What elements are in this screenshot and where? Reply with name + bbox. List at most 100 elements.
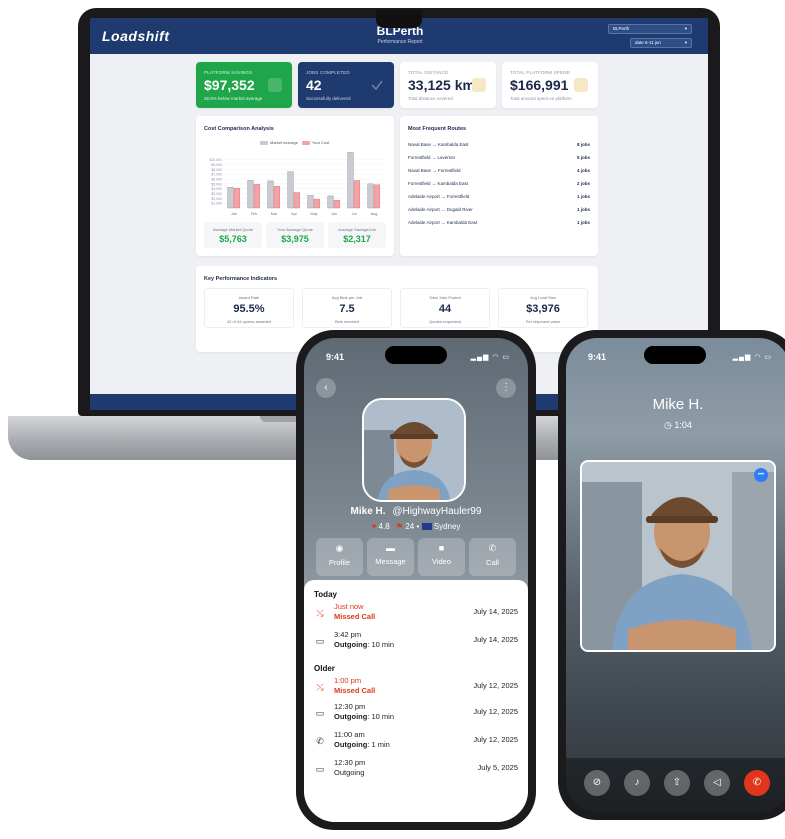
back-button[interactable]: ‹: [316, 378, 336, 398]
microphone-button[interactable]: ♪: [624, 770, 650, 796]
summary-value: $2,317: [343, 234, 371, 244]
y-tick-label: $3,000: [211, 192, 222, 196]
y-tick-label: $9,000: [211, 163, 222, 167]
video-icon: ■: [438, 543, 445, 553]
call-button[interactable]: ✆ Call: [469, 538, 516, 576]
clock-icon: ◷: [664, 420, 672, 430]
more-options-icon[interactable]: •••: [754, 468, 768, 482]
kpi-award-rate: Award Rate 95.5% 42 of 44 quotes awarded: [204, 288, 294, 328]
kpi-total-jobs: Total Jobs Posted 44 Quotes requested: [400, 288, 490, 328]
kpi-card-total-spend: TOTAL PLATFORM SPEND $166,991 Total amou…: [502, 62, 598, 108]
summary-label: Average Market Quote: [212, 227, 254, 232]
call-history-row[interactable]: ⤯ 1:00 pm Missed Call July 12, 2025: [314, 676, 518, 702]
share-screen-icon: ⇧: [672, 777, 682, 788]
route-label: Naval Base → Forrestfield: [408, 168, 461, 173]
share-screen-button[interactable]: ⇧: [664, 770, 690, 796]
summary-average-market-quote: Average Market Quote $5,763: [204, 222, 262, 248]
route-label: Forrestfield → Kambalda East: [408, 181, 469, 186]
x-tick-label: May: [310, 212, 317, 216]
call-controls: ⊘ ♪ ⇧ ◁ ✆: [566, 758, 785, 812]
message-button[interactable]: ▬ Message: [367, 538, 414, 576]
route-jobs: 2 jobs: [576, 181, 590, 186]
call-history-row[interactable]: ▭ 12:30 pm Outgoing July 5, 2025: [314, 758, 518, 784]
route-row: Forrestfield → Kambalda East 2 jobs: [408, 181, 590, 191]
route-jobs: 1 jobs: [576, 220, 590, 225]
kpi-subtext: 42 of 44 quotes awarded: [226, 319, 272, 324]
kpi-avg-load: Avg Load Size $3,976 Per shipment value: [498, 288, 588, 328]
call-history-row[interactable]: ▭ 3:42 pm Outgoing: 10 min July 14, 2025: [314, 630, 518, 656]
more-options-button[interactable]: ⋮: [496, 378, 516, 398]
video-button[interactable]: ■ Video: [418, 538, 465, 576]
call-time: Just now: [334, 602, 364, 611]
call-screen: 9:41 ▂▄▆ ◠ ▭ Mike H. ◷ 1:04 ••• ⊘ ♪ ⇧ ◁ …: [566, 338, 785, 812]
camera-off-button[interactable]: ⊘: [584, 770, 610, 796]
contact-name: Mike H. @HighwayHauler99: [304, 506, 528, 517]
speaker-icon: ◁: [713, 777, 721, 788]
remote-video-feed: [582, 462, 774, 650]
call-kind: Missed Call: [334, 686, 376, 695]
kpi-value: 95.5%: [233, 303, 265, 315]
call-phone: 9:41 ▂▄▆ ◠ ▭ Mike H. ◷ 1:04 ••• ⊘ ♪ ⇧ ◁ …: [558, 330, 785, 820]
chart-legend: Market Average Your Cost: [260, 140, 329, 145]
kpi-subtext: Quotes requested: [429, 319, 461, 324]
bar-your-cost: [273, 186, 281, 209]
logo[interactable]: Loadshift: [102, 28, 170, 44]
call-duration-value: 1:04: [674, 420, 692, 430]
legend-item-market: Market Average: [260, 140, 298, 145]
kpi-value: $97,352: [204, 77, 255, 93]
route-label: Naval Base → Kambalda East: [408, 142, 469, 147]
x-tick-label: Jul: [352, 212, 357, 216]
bar-your-cost: [293, 192, 301, 209]
frequent-routes-card: Most Frequent Routes Naval Base → Kambal…: [400, 116, 598, 256]
x-tick-label: Mar: [271, 212, 278, 216]
end-call-button[interactable]: ✆: [744, 770, 770, 796]
avatar: [362, 398, 466, 502]
y-tick-label: $7,000: [211, 173, 222, 177]
account-select[interactable]: BLPerth ▾: [608, 24, 692, 34]
call-history-row[interactable]: ✆ 11:00 am Outgoing: 1 min July 12, 2025: [314, 730, 518, 756]
call-history-row[interactable]: ⤯ Just now Missed Call July 14, 2025: [314, 602, 518, 628]
status-icons: ▂▄▆ ◠ ▭: [470, 354, 510, 361]
route-label: Adelaide Airport → Forrestfield: [408, 194, 470, 199]
bar-market-average: [227, 187, 234, 209]
cost-comparison-card: Cost Comparison Analysis Market Average …: [196, 116, 394, 256]
call-kind: Outgoing: 1 min: [334, 740, 390, 749]
bar-your-cost: [253, 184, 261, 209]
summary-value: $3,975: [281, 234, 309, 244]
route-label: Forrestfield → Laverton: [408, 155, 456, 160]
profile-button[interactable]: ◉ Profile: [316, 538, 363, 576]
kpi-card-jobs-completed: JOBS COMPLETED 42 Successfully delivered: [298, 62, 394, 108]
remote-video-tile[interactable]: •••: [580, 460, 776, 652]
call-date: July 5, 2025: [477, 763, 518, 772]
truck-icon: [472, 78, 486, 92]
kpi-subtext: Successfully delivered: [306, 96, 351, 101]
route-row: Adelaide Airport → Kambalda East 1 jobs: [408, 220, 590, 230]
profile-icon: ◉: [335, 543, 344, 553]
cost-bar-chart: $10,000$9,000$8,000$7,000$6,000$5,000$4,…: [209, 152, 384, 216]
route-row: Adelaide Airport → Forrestfield 1 jobs: [408, 194, 590, 204]
date-range-select[interactable]: date 6-11 jun ▾: [630, 38, 692, 48]
call-date: July 14, 2025: [473, 607, 518, 616]
call-history-row[interactable]: ▭ 12:30 pm Outgoing: 10 min July 12, 2025: [314, 702, 518, 728]
dynamic-island: [385, 346, 447, 364]
flag-icon: ⚑: [395, 522, 404, 531]
x-tick-label: Feb: [251, 212, 258, 216]
australia-flag-icon: [421, 523, 432, 531]
call-time: 3:42 pm: [334, 630, 362, 639]
bar-market-average: [267, 180, 274, 209]
call-time: 12:30 pm: [334, 758, 366, 767]
video-call-icon: ▭: [315, 764, 325, 774]
kpi-value: $166,991: [510, 77, 569, 93]
route-jobs: 4 jobs: [576, 168, 590, 173]
route-jobs: 1 jobs: [576, 207, 590, 212]
y-tick-label: $10,000: [209, 158, 222, 162]
phone-outgoing-icon: ✆: [316, 736, 324, 746]
missed-call-icon: ⤯: [316, 682, 324, 692]
call-time: 11:00 am: [334, 730, 365, 739]
section-title: Most Frequent Routes: [408, 126, 467, 132]
route-label: Adelaide Airport → Kambalda East: [408, 220, 478, 225]
message-icon: ▬: [386, 543, 395, 553]
contact-phone: 9:41 ▂▄▆ ◠ ▭ ‹ ⋮ Mike H. @HighwayHauler9…: [296, 330, 536, 830]
speaker-button[interactable]: ◁: [704, 770, 730, 796]
call-duration: ◷ 1:04: [566, 420, 785, 431]
